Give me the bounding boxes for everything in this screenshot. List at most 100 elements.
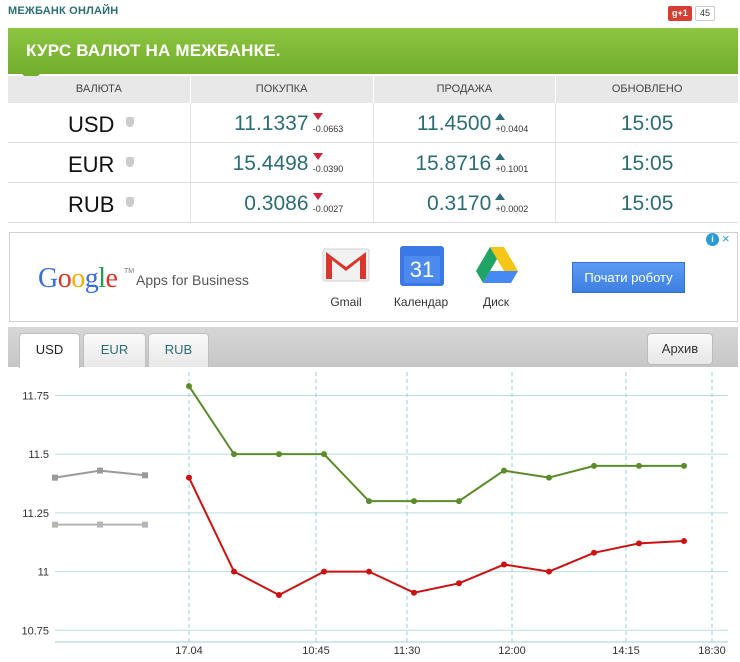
- buy-rate: 15.4498: [232, 152, 309, 175]
- data-point: [231, 568, 237, 575]
- calendar-day: 31: [410, 257, 434, 282]
- data-point: [186, 474, 192, 481]
- x-tick-label: 17.04: [175, 645, 203, 657]
- arrow-down-icon: [312, 153, 323, 160]
- arrow-down-icon: [312, 113, 323, 120]
- buy-cell: 0.3086 -0.0027: [191, 183, 374, 222]
- get-started-button[interactable]: Почати роботу: [572, 262, 685, 293]
- data-point: [276, 451, 282, 458]
- data-point: [501, 561, 507, 568]
- header-sell: ПРОДАЖА: [374, 76, 557, 103]
- gmail-label: Gmail: [330, 295, 362, 309]
- buy-cell: 11.1337 -0.0663: [191, 103, 374, 142]
- data-point: [636, 462, 642, 469]
- page-title: КУРС ВАЛЮТ НА МЕЖБАНКЕ.: [26, 41, 281, 60]
- tab-usd[interactable]: USD: [19, 333, 80, 368]
- buy-cell: 15.4498 -0.0390: [191, 143, 374, 182]
- google-logo: Google: [38, 263, 118, 294]
- data-point: [97, 521, 103, 528]
- arrow-up-icon: [495, 113, 506, 120]
- tab-rub[interactable]: RUB: [148, 333, 209, 367]
- data-point: [231, 451, 237, 458]
- table-row: USD 11.1337 -0.0663 11.4500 +0.0404 15:0…: [8, 103, 738, 143]
- calendar-label: Календар: [393, 295, 449, 309]
- data-point: [52, 474, 58, 481]
- data-point: [52, 521, 58, 528]
- data-point: [366, 568, 372, 575]
- table-row: RUB 0.3086 -0.0027 0.3170 +0.0002 15:05: [8, 183, 738, 223]
- data-point: [321, 451, 327, 458]
- archive-button[interactable]: Архив: [647, 333, 713, 365]
- data-point: [411, 498, 417, 505]
- updated-time: 15:05: [620, 152, 674, 175]
- ad-close-icon[interactable]: ×: [722, 231, 730, 246]
- data-point: [276, 592, 282, 599]
- y-tick-label: 11.25: [22, 508, 49, 520]
- currency-code: USD: [68, 112, 115, 137]
- updated-cell: 15:05: [556, 143, 738, 182]
- y-tick-label: 11.5: [28, 449, 49, 461]
- pointer-icon[interactable]: [126, 157, 134, 167]
- y-tick-label: 10.75: [21, 625, 49, 637]
- pointer-icon[interactable]: [126, 197, 134, 207]
- data-point: [142, 472, 148, 479]
- buy-delta: -0.0390: [312, 164, 344, 174]
- data-point: [97, 467, 103, 474]
- calendar-icon[interactable]: 31: [399, 245, 445, 287]
- drive-icon[interactable]: [474, 245, 520, 285]
- gmail-icon[interactable]: [321, 245, 371, 285]
- top-bar: МЕЖБАНК ОНЛАЙН g+1 45: [0, 0, 740, 24]
- arrow-up-icon: [495, 153, 506, 160]
- buy-rate: 0.3086: [244, 192, 309, 215]
- buy-delta: -0.0663: [312, 124, 344, 134]
- rates-table-header: ВАЛЮТА ПОКУПКА ПРОДАЖА ОБНОВЛЕНО: [8, 76, 738, 103]
- sell-rate: 0.3170: [427, 192, 492, 215]
- data-point: [321, 568, 327, 575]
- sell-cell: 15.8716 +0.1001: [374, 143, 557, 182]
- google-plus-button[interactable]: g+1: [668, 6, 692, 21]
- x-tick-label: 14:15: [612, 645, 640, 657]
- data-point: [546, 568, 552, 575]
- updated-time: 15:05: [620, 112, 674, 135]
- updated-cell: 15:05: [556, 103, 738, 142]
- x-tick-label: 18:30: [698, 645, 726, 657]
- x-tick-label: 12:00: [498, 645, 526, 657]
- sell-rate: 11.4500: [416, 112, 492, 135]
- series-line: [188, 477, 685, 597]
- sell-rate: 15.8716: [415, 152, 492, 175]
- arrow-up-icon: [495, 193, 506, 200]
- header-currency: ВАЛЮТА: [8, 76, 191, 103]
- data-point: [142, 521, 148, 528]
- header-updated: ОБНОВЛЕНО: [611, 83, 683, 95]
- sell-delta: +0.0404: [495, 124, 529, 134]
- data-point: [636, 540, 642, 547]
- data-point: [546, 474, 552, 481]
- updated-cell: 15:05: [556, 183, 738, 222]
- arrow-down-icon: [312, 193, 323, 200]
- data-point: [366, 498, 372, 505]
- pointer-icon[interactable]: [126, 117, 134, 127]
- data-point: [456, 580, 462, 587]
- google-plus-count: 45: [695, 6, 716, 21]
- ad-info-icon[interactable]: i: [706, 233, 719, 246]
- data-point: [501, 467, 507, 474]
- rate-chart-svg: 10.75 11 11.25 11.5 11.75 17.04 10:45 11:30 12:0…: [21, 372, 728, 657]
- data-point: [411, 589, 417, 596]
- x-tick-label: 11:30: [394, 645, 421, 657]
- google-tm: TM: [124, 268, 135, 275]
- currency-code: EUR: [68, 152, 115, 177]
- series-line: [188, 385, 684, 503]
- tab-eur[interactable]: EUR: [83, 333, 146, 367]
- sell-cell: 11.4500 +0.0404: [374, 103, 557, 142]
- data-point: [681, 538, 687, 545]
- sell-delta: +0.0002: [495, 204, 529, 214]
- data-point: [591, 549, 597, 556]
- y-tick-label: 11: [38, 567, 49, 579]
- currency-cell: USD: [8, 103, 191, 142]
- data-point: [681, 462, 687, 469]
- data-point: [456, 498, 462, 505]
- sell-delta: +0.1001: [495, 164, 529, 174]
- y-tick-label: 11.75: [22, 390, 49, 402]
- app-title: МЕЖБАНК ОНЛАЙН: [8, 5, 119, 17]
- rates-table: USD 11.1337 -0.0663 11.4500 +0.0404 15:0…: [8, 103, 738, 223]
